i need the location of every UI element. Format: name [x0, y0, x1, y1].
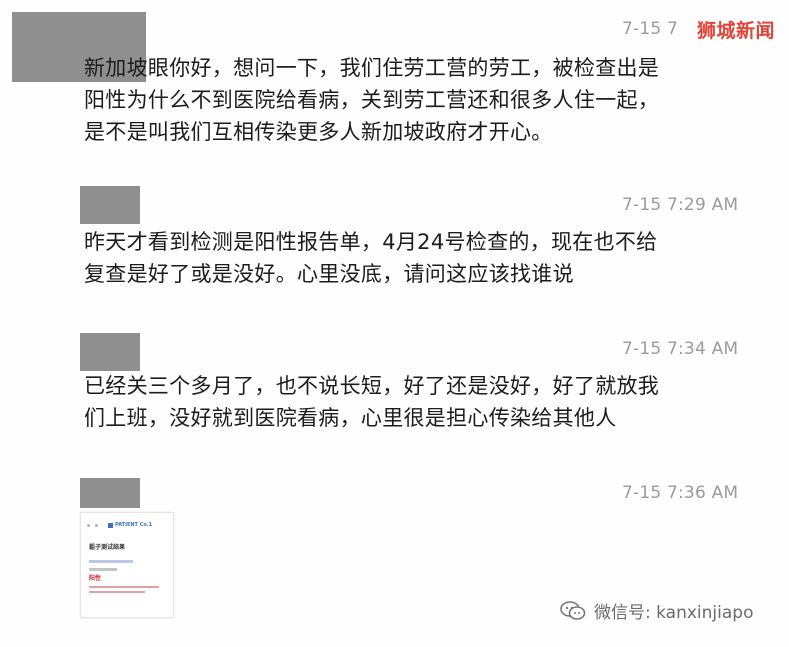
avatar [80, 333, 140, 371]
chat-message: 7-15 7:29 AM 昨天才看到检测是阳性报告单，4月24号检查的，现在也不… [0, 186, 789, 296]
chat-message: 7-15 7 新加坡眼你好，想问一下，我们住劳工营的劳工，被检查出是 阳性为什么… [0, 0, 789, 160]
nav-dot [95, 524, 98, 527]
report-line [89, 591, 145, 593]
nav-dot [87, 524, 90, 527]
wechat-id-text: 微信号: kanxinjiapo [594, 603, 754, 623]
avatar [80, 186, 140, 224]
report-line [89, 568, 117, 571]
report-header: PATIENT Co.1 [115, 522, 153, 528]
wechat-watermark: 微信号: kanxinjiapo [560, 598, 753, 623]
message-text: 已经关三个多月了，也不说长短，好了还是没好，好了就放我 们上班，没好就到医院看病… [84, 370, 659, 434]
message-line: 们上班，没好就到医院看病，心里很是担心传染给其他人 [84, 406, 617, 430]
message-timestamp: 7-15 7 [622, 19, 679, 39]
message-timestamp: 7-15 7:34 AM [622, 339, 739, 359]
report-result: 阳性 [89, 575, 102, 582]
chat-message: 7-15 7:34 AM 已经关三个多月了，也不说长短，好了还是没好，好了就放我… [0, 333, 789, 443]
message-timestamp: 7-15 7:36 AM [622, 483, 739, 503]
report-line [89, 586, 159, 588]
message-line: 已经关三个多月了，也不说长短，好了还是没好，好了就放我 [84, 374, 660, 398]
test-report-thumbnail[interactable]: PATIENT Co.1 鉏子测试结果 阳性 [80, 512, 174, 618]
message-line: 昨天才看到检测是阳性报告单，4月24号检查的，现在也不给 [84, 230, 658, 254]
message-line: 复查是好了或是没好。心里没底，请问这应该找谁说 [84, 262, 574, 286]
app-logo-icon [108, 523, 113, 528]
report-title: 鉏子测试结果 [89, 544, 126, 551]
message-timestamp: 7-15 7:29 AM [622, 195, 739, 215]
message-text: 新加坡眼你好，想问一下，我们住劳工营的劳工，被检查出是 阳性为什么不到医院给看病… [84, 52, 659, 148]
message-line: 阳性为什么不到医院给看病，关到劳工营还和很多人住一起， [84, 88, 660, 112]
message-text: 昨天才看到检测是阳性报告单，4月24号检查的，现在也不给 复查是好了或是没好。心… [84, 226, 657, 290]
chat-screenshot: 狮城新闻 7-15 7 新加坡眼你好，想问一下，我们住劳工营的劳工，被检查出是 … [0, 0, 789, 647]
message-line: 是不是叫我们互相传染更多人新加坡政府才开心。 [84, 120, 553, 144]
message-line: 新加坡眼你好，想问一下，我们住劳工营的劳工，被检查出是 [84, 56, 660, 80]
avatar [12, 40, 72, 82]
wechat-icon [560, 600, 586, 621]
report-line [89, 560, 133, 563]
avatar [80, 478, 140, 508]
